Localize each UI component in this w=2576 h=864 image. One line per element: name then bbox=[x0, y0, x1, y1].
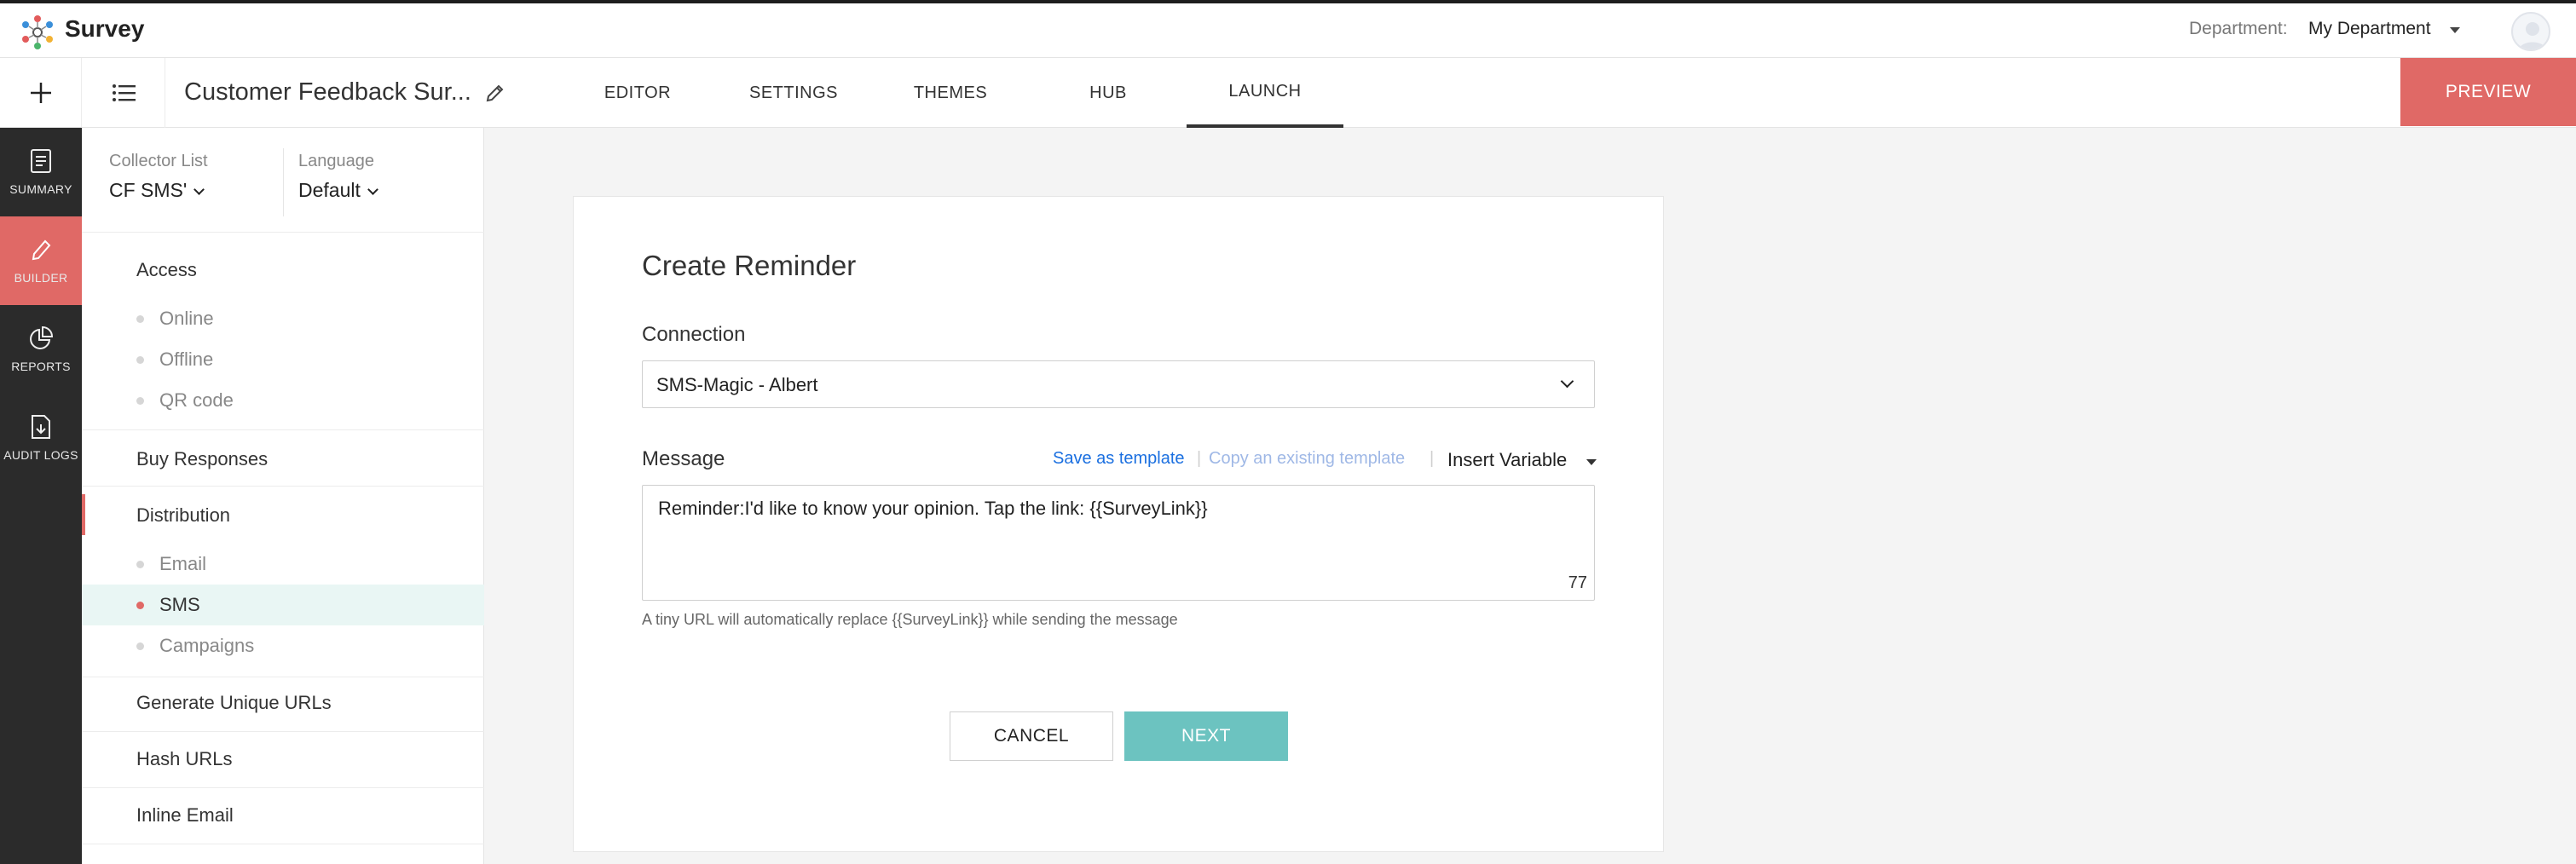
top-bar: Survey Department: My Department bbox=[0, 0, 2576, 58]
survey-title: Customer Feedback Sur... bbox=[184, 78, 471, 106]
nav-qr-code[interactable]: QR code bbox=[136, 380, 484, 421]
list-icon bbox=[112, 84, 136, 101]
avatar[interactable] bbox=[2511, 12, 2550, 51]
copy-existing-template-link[interactable]: Copy an existing template bbox=[1209, 449, 1405, 469]
page-title: Create Reminder bbox=[642, 250, 857, 281]
nav-qr-code-label: QR code bbox=[159, 389, 234, 411]
bullet-icon bbox=[136, 642, 144, 650]
message-textarea[interactable]: Reminder:I'd like to know your opinion. … bbox=[642, 485, 1595, 601]
chevron-down-icon bbox=[367, 184, 378, 195]
nav-offline-label: Offline bbox=[159, 348, 214, 370]
nav-buy-responses[interactable]: Buy Responses bbox=[136, 448, 268, 470]
create-reminder-card: Create Reminder Connection SMS-Magic - A… bbox=[573, 196, 1664, 852]
insert-variable-dropdown[interactable]: Insert Variable bbox=[1447, 449, 1567, 471]
app-name: Survey bbox=[65, 15, 145, 42]
nav-generate-unique-urls[interactable]: Generate Unique URLs bbox=[136, 692, 332, 714]
collector-list-value: CF SMS' bbox=[109, 179, 188, 201]
nav-summary[interactable]: SUMMARY bbox=[0, 128, 82, 216]
nav-offline[interactable]: Offline bbox=[136, 339, 484, 380]
tab-launch[interactable]: LAUNCH bbox=[1187, 58, 1343, 128]
nav-audit-logs[interactable]: AUDIT LOGS bbox=[0, 394, 82, 482]
bullet-icon bbox=[136, 560, 144, 568]
collector-list-dropdown[interactable]: CF SMS' bbox=[109, 179, 205, 202]
chevron-down-icon bbox=[1560, 374, 1574, 389]
nav-email-label: Email bbox=[159, 553, 207, 574]
nav-inline-email[interactable]: Inline Email bbox=[136, 804, 234, 827]
nav-campaigns[interactable]: Campaigns bbox=[136, 625, 484, 666]
nav-audit-logs-label: AUDIT LOGS bbox=[3, 448, 78, 462]
department-label: Department: bbox=[2189, 19, 2288, 38]
tab-themes[interactable]: THEMES bbox=[904, 58, 997, 128]
tab-editor[interactable]: EDITOR bbox=[592, 58, 684, 128]
save-as-template-link[interactable]: Save as template bbox=[1053, 449, 1185, 469]
active-section-marker bbox=[82, 494, 85, 535]
bullet-icon bbox=[136, 601, 144, 609]
divider bbox=[283, 148, 284, 216]
survey-list-button[interactable] bbox=[82, 58, 165, 128]
preview-button[interactable]: PREVIEW bbox=[2400, 58, 2576, 126]
caret-down-icon[interactable] bbox=[1586, 459, 1597, 465]
language-label: Language bbox=[298, 152, 374, 170]
language-dropdown[interactable]: Default bbox=[298, 179, 378, 202]
bullet-icon bbox=[136, 314, 144, 323]
tab-settings[interactable]: SETTINGS bbox=[742, 58, 846, 128]
bullet-icon bbox=[136, 396, 144, 405]
connection-select[interactable]: SMS-Magic - Albert bbox=[642, 360, 1595, 408]
nav-email[interactable]: Email bbox=[136, 544, 484, 585]
nav-sms-label: SMS bbox=[159, 594, 200, 615]
nav-sms[interactable]: SMS bbox=[82, 585, 484, 625]
divider bbox=[82, 232, 484, 233]
divider bbox=[82, 486, 484, 487]
pencil-icon bbox=[32, 239, 51, 261]
nav-reports-label: REPORTS bbox=[11, 360, 71, 373]
message-label: Message bbox=[642, 447, 725, 470]
user-icon bbox=[2518, 22, 2547, 49]
document-icon bbox=[31, 149, 51, 173]
collector-list-label: Collector List bbox=[109, 152, 208, 170]
language-value: Default bbox=[298, 179, 361, 201]
department-selector[interactable]: My Department bbox=[2308, 19, 2431, 39]
cancel-button[interactable]: CANCEL bbox=[950, 711, 1113, 761]
divider bbox=[82, 429, 484, 430]
nav-online[interactable]: Online bbox=[136, 298, 484, 339]
bullet-icon bbox=[136, 355, 144, 364]
next-button[interactable]: NEXT bbox=[1124, 711, 1288, 761]
character-count: 77 bbox=[1568, 573, 1587, 592]
tiny-url-hint: A tiny URL will automatically replace {{… bbox=[642, 611, 1178, 628]
connection-label: Connection bbox=[642, 323, 746, 346]
chevron-down-icon bbox=[193, 184, 205, 195]
left-sidebar: SUMMARY BUILDER REPORTS AUDIT LOGS bbox=[0, 128, 82, 864]
nav-summary-label: SUMMARY bbox=[9, 182, 72, 196]
survey-logo-icon[interactable] bbox=[19, 14, 56, 51]
survey-toolbar: Customer Feedback Sur... EDITOR SETTINGS… bbox=[0, 58, 2576, 128]
nav-campaigns-label: Campaigns bbox=[159, 635, 255, 656]
nav-builder-label: BUILDER bbox=[14, 271, 68, 285]
plus-icon bbox=[30, 83, 51, 103]
caret-down-icon[interactable] bbox=[2450, 27, 2460, 33]
pie-chart-icon bbox=[30, 325, 54, 349]
link-separator: | bbox=[1197, 449, 1202, 468]
create-button[interactable] bbox=[0, 58, 82, 128]
nav-distribution[interactable]: Distribution bbox=[136, 504, 230, 527]
nav-access[interactable]: Access bbox=[136, 259, 197, 281]
divider bbox=[82, 787, 484, 788]
log-file-icon bbox=[32, 415, 50, 439]
link-separator: | bbox=[1430, 449, 1435, 468]
edit-title-icon[interactable] bbox=[484, 82, 506, 104]
tab-hub[interactable]: HUB bbox=[1057, 58, 1159, 128]
nav-hash-urls[interactable]: Hash URLs bbox=[136, 748, 232, 770]
nav-builder[interactable]: BUILDER bbox=[0, 216, 82, 305]
nav-online-label: Online bbox=[159, 308, 214, 329]
nav-reports[interactable]: REPORTS bbox=[0, 305, 82, 394]
launch-panel: Collector List CF SMS' Language Default … bbox=[82, 128, 484, 864]
connection-value: SMS-Magic - Albert bbox=[656, 374, 818, 395]
divider bbox=[82, 731, 484, 732]
message-text: Reminder:I'd like to know your opinion. … bbox=[658, 498, 1208, 519]
